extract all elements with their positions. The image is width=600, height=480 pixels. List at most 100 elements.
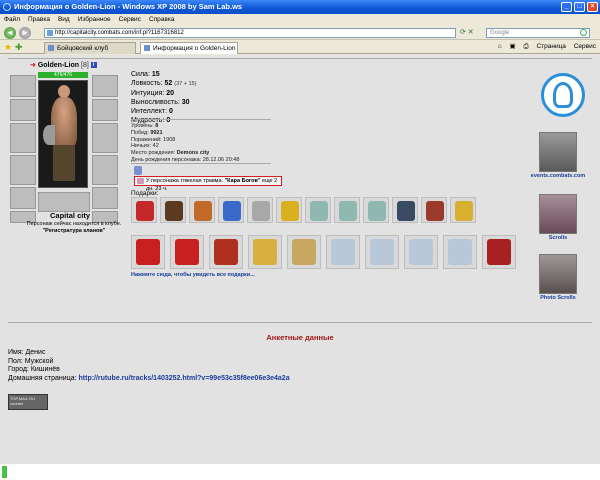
- scrolls-icon[interactable]: [539, 194, 577, 234]
- menu-help[interactable]: Справка: [145, 14, 179, 26]
- search-icon[interactable]: [580, 29, 587, 36]
- tab-page-icon: [48, 45, 54, 51]
- amulet-slot[interactable]: [92, 99, 118, 121]
- scrolls-link[interactable]: Scrolls: [528, 235, 588, 241]
- menu-favorites[interactable]: Избранное: [74, 14, 115, 26]
- gift-item[interactable]: [189, 197, 215, 223]
- armor-slot[interactable]: [10, 155, 36, 185]
- gift-icon: [455, 201, 473, 221]
- elixir-slots[interactable]: [38, 192, 90, 212]
- belt-slot[interactable]: [10, 187, 36, 209]
- gift-item[interactable]: [305, 197, 331, 223]
- trauma-notice: У персонажа тяжелая травма. "Кара Богов"…: [134, 176, 282, 192]
- menu-view[interactable]: Вид: [54, 14, 74, 26]
- gift-icon: [175, 239, 199, 265]
- gift-item[interactable]: [421, 197, 447, 223]
- bracer-slot[interactable]: [10, 99, 36, 121]
- weapon-slot[interactable]: [10, 123, 36, 153]
- gift-item[interactable]: [363, 197, 389, 223]
- earring-slot[interactable]: [92, 75, 118, 97]
- gift-item[interactable]: [443, 235, 477, 269]
- gift-item[interactable]: [247, 197, 273, 223]
- gift-item[interactable]: [248, 235, 282, 269]
- gift-icon: [165, 201, 183, 221]
- gift-icon: [409, 239, 433, 265]
- tab-page-icon: [144, 45, 150, 51]
- search-input[interactable]: Google: [486, 28, 590, 38]
- gift-item[interactable]: [404, 235, 438, 269]
- gift-icon: [194, 201, 212, 221]
- events-logo-icon[interactable]: [541, 73, 585, 117]
- record-level: Уровень: 8: [131, 123, 159, 129]
- gift-item[interactable]: [276, 197, 302, 223]
- tools-menu[interactable]: Сервис: [574, 43, 596, 50]
- tab-info[interactable]: Информация о Golden-Lion: [140, 42, 238, 54]
- minimize-button[interactable]: _: [561, 2, 572, 12]
- home-icon[interactable]: ⌂: [498, 43, 502, 50]
- top-divider: [8, 58, 592, 59]
- profile-block: Имя: Денис Пол: Мужской Город: Кишинёв Д…: [8, 349, 290, 383]
- profile-city: Город: Кишинёв: [8, 366, 60, 373]
- gift-item[interactable]: [287, 235, 321, 269]
- address-input[interactable]: http://capitalcity.combats.com/inf.pl?11…: [44, 28, 456, 38]
- gift-item[interactable]: [334, 197, 360, 223]
- gift-icon: [368, 201, 386, 221]
- window-title: Информация о Golden-Lion - Windows XP 20…: [14, 2, 243, 11]
- menu-bar: Файл Правка Вид Избранное Сервис Справка: [0, 14, 600, 26]
- gift-item[interactable]: [365, 235, 399, 269]
- gift-item[interactable]: [209, 235, 243, 269]
- tab-bar: ★ ✚ Бойцовский клуб Информация о Golden-…: [0, 40, 600, 54]
- visit-counter[interactable]: TOP.MAIL.RU counter: [8, 394, 48, 410]
- gift-item[interactable]: [131, 235, 165, 269]
- back-icon[interactable]: ◄: [4, 27, 16, 39]
- tab-label: Информация о Golden-Lion: [153, 45, 236, 52]
- gift-item[interactable]: [170, 235, 204, 269]
- maximize-button[interactable]: □: [574, 2, 585, 12]
- stat-intellect: Интеллект: 0: [131, 108, 173, 115]
- clan-icon[interactable]: [134, 166, 142, 175]
- gloves-slot[interactable]: [92, 123, 118, 153]
- gift-item[interactable]: [160, 197, 186, 223]
- title-bar: Информация о Golden-Lion - Windows XP 20…: [0, 0, 600, 14]
- print-icon[interactable]: ⎙: [523, 43, 528, 50]
- tab-fight-club[interactable]: Бойцовский клуб: [44, 42, 136, 54]
- favorites-star-icon[interactable]: ★: [4, 42, 12, 52]
- status-indicator-icon: [2, 466, 7, 478]
- page-menu[interactable]: Страница: [536, 43, 565, 50]
- tab-label: Бойцовский клуб: [57, 45, 109, 52]
- city-name: Capital city: [49, 211, 90, 220]
- all-gifts-link[interactable]: Нажмите сюда, чтобы увидеть все подарки.…: [131, 272, 255, 278]
- menu-edit[interactable]: Правка: [24, 14, 54, 26]
- photo-scrolls-icon[interactable]: [539, 254, 577, 294]
- private-chat-icon[interactable]: ➜: [30, 62, 36, 69]
- events-banner-icon[interactable]: [539, 132, 577, 172]
- refresh-icon[interactable]: ⟳ ✕: [460, 28, 482, 38]
- gift-item[interactable]: [450, 197, 476, 223]
- stats-block: Сила: 15 Ловкость: 52 (37 + 15) Интуиция…: [131, 70, 291, 125]
- pants-slot[interactable]: [92, 187, 118, 209]
- shield-slot[interactable]: [92, 155, 118, 185]
- record-wins: Побед: 9921: [131, 129, 163, 136]
- axe-icon: [43, 125, 55, 145]
- events-link[interactable]: events.combats.com: [528, 173, 588, 179]
- close-button[interactable]: ×: [587, 2, 598, 12]
- gift-item[interactable]: [392, 197, 418, 223]
- status-bar: [0, 464, 600, 480]
- info-icon[interactable]: i: [90, 62, 97, 69]
- command-bar: ⌂ ▣ ⎙ Страница Сервис: [492, 42, 596, 52]
- add-favorite-icon[interactable]: ✚: [15, 42, 23, 52]
- record-draws: Ничьих: 42: [131, 143, 159, 150]
- profile-name: Имя: Денис: [8, 349, 46, 356]
- gift-item[interactable]: [326, 235, 360, 269]
- homepage-link[interactable]: http://rutube.ru/tracks/1403252.html?v=9…: [79, 375, 290, 382]
- photo-scrolls-link[interactable]: Photo Scrolls: [528, 295, 588, 301]
- gift-item[interactable]: [218, 197, 244, 223]
- character-name: ➜ Golden-Lion [8] i: [30, 61, 97, 69]
- gift-item[interactable]: [131, 197, 157, 223]
- feeds-icon[interactable]: ▣: [509, 43, 515, 50]
- helmet-slot[interactable]: [10, 75, 36, 97]
- menu-tools[interactable]: Сервис: [115, 14, 145, 26]
- forward-icon[interactable]: ►: [19, 27, 31, 39]
- menu-file[interactable]: Файл: [0, 14, 24, 26]
- gift-item[interactable]: [482, 235, 516, 269]
